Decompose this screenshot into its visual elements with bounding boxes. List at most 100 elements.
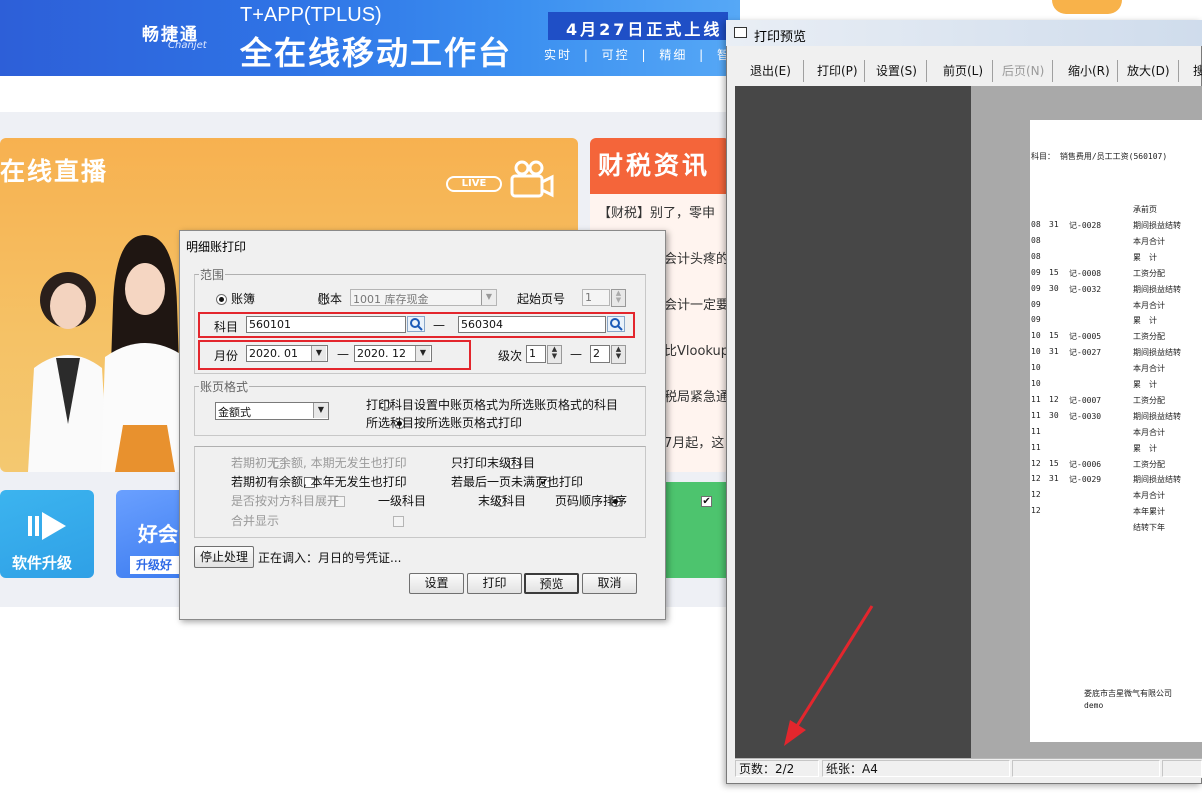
page-order-label: 页码顺序排序	[555, 494, 628, 508]
loading-status: 正在调入：月日的号凭证...	[258, 551, 402, 565]
upgrade-label: 软件升级	[12, 554, 73, 572]
has-balance-label: 若期初有余额, 本年无发生也打印	[231, 475, 407, 489]
start-page-spinner[interactable]: ▲ ▼	[611, 289, 626, 307]
chanjet-logo-sub: Chanjet	[168, 40, 207, 51]
book-select[interactable]: 1001 库存现金	[350, 289, 497, 306]
search-icon	[610, 318, 623, 331]
toolbar-separator	[1117, 60, 1118, 82]
start-page-input[interactable]: 1	[582, 289, 610, 306]
app-window-icon	[734, 27, 747, 38]
preview-button[interactable]: 预览	[524, 573, 579, 594]
format-select[interactable]: 金额式	[215, 402, 329, 420]
ledger-cell-v: 记-0028	[1069, 221, 1102, 230]
news-item[interactable]: 【财税】别了，零申	[598, 202, 728, 221]
leaf-label: 末级科目	[478, 494, 527, 508]
page-subject: 科目： 销售费用/员工工资(560107)	[1031, 152, 1168, 161]
month-from-value: 2020. 01	[249, 347, 298, 360]
last-page-label: 若最后一页未满页也打印	[451, 475, 584, 489]
settings-button[interactable]: 设置	[409, 573, 464, 594]
company-name: 娄底市吉星微气有限公司	[1084, 689, 1172, 698]
format-dropdown-arrow[interactable]: ▼	[313, 403, 328, 418]
ledger-cell-v: 记-0030	[1069, 412, 1102, 421]
ledger-cell-d: 31	[1049, 347, 1059, 356]
ledger-cell-s: 期间损益结转	[1133, 285, 1181, 294]
subject-label: 科目	[214, 320, 239, 334]
ledger-cell-s: 累 计	[1133, 380, 1157, 389]
stop-button[interactable]: 停止处理	[194, 546, 254, 568]
cancel-button[interactable]: 取消	[582, 573, 637, 594]
toolbar-more-button[interactable]: 搜	[1193, 62, 1202, 79]
live-badge: LIVE	[446, 176, 502, 192]
ledger-cell-m: 12	[1031, 459, 1041, 468]
ledger-cell-d: 15	[1049, 331, 1059, 340]
ledger-cell-s: 工资分配	[1133, 269, 1165, 278]
subject-to-input[interactable]: 560304	[458, 316, 606, 333]
banner-date: 4月27日正式上线	[548, 12, 728, 40]
print-button[interactable]: 打印	[467, 573, 522, 594]
toolbar-separator	[864, 60, 865, 82]
book-select-value: 1001 库存现金	[353, 293, 429, 306]
toolbar-separator	[1052, 60, 1053, 82]
toolbar-next-button[interactable]: 后页(N)	[1002, 62, 1044, 79]
toolbar-settings-button[interactable]: 设置(S)	[876, 62, 917, 79]
book-radio-label: 账本	[318, 292, 343, 306]
level-to-input[interactable]: 2	[590, 345, 610, 363]
level-dash: —	[570, 347, 582, 361]
level-from-input[interactable]: 1	[526, 345, 546, 363]
ledger-cell-v: 记-0029	[1069, 475, 1102, 484]
month-to-dropdown-arrow[interactable]: ▼	[415, 346, 430, 361]
upgrade-arrow-icon	[28, 512, 66, 540]
ledger-radio-label: 账簿	[231, 292, 256, 306]
video-camera-icon	[510, 160, 554, 198]
ledger-cell-s: 累 计	[1133, 316, 1157, 325]
ledger-cell-d: 31	[1049, 220, 1059, 229]
ledger-cell-d: 31	[1049, 474, 1059, 483]
mascot-image	[1052, 0, 1122, 14]
ledger-cell-v: 记-0005	[1069, 332, 1102, 341]
toolbar-prev-button[interactable]: 前页(L)	[943, 62, 983, 79]
no-balance-label: 若期初无余额, 本期无发生也打印	[231, 456, 407, 470]
subject-from-input[interactable]: 560101	[246, 316, 406, 333]
subject-dash: —	[433, 318, 445, 332]
level1-label: 一级科目	[378, 494, 427, 508]
green-promo-tile[interactable]	[660, 482, 730, 578]
tax-news-title: 财税资讯	[598, 151, 711, 180]
ledger-cell-d: 30	[1049, 411, 1059, 420]
ledger-cell-m: 11	[1031, 411, 1041, 420]
toolbar-separator	[926, 60, 927, 82]
month-to-value: 2020. 12	[357, 347, 406, 360]
toolbar-exit-button[interactable]: 退出(E)	[750, 62, 791, 79]
toolbar-print-button[interactable]: 打印(P)	[817, 62, 858, 79]
ledger-cell-s: 工资分配	[1133, 396, 1165, 405]
status-paper-size: 纸张：A4	[822, 760, 1010, 777]
merge-label: 合并显示	[231, 514, 280, 528]
ledger-cell-s: 本月合计	[1133, 237, 1165, 246]
expand-label: 是否按对方科目展开	[231, 494, 340, 508]
last-level-label: 只打印末级科目	[451, 456, 536, 470]
red-arrow-annotation	[784, 605, 874, 746]
ledger-cell-m: 10	[1031, 379, 1041, 388]
toolbar-separator	[803, 60, 804, 82]
ledger-cell-s: 期间损益结转	[1133, 221, 1181, 230]
status-cell-empty	[1012, 760, 1160, 777]
toolbar-zoom-in-button[interactable]: 放大(D)	[1127, 62, 1170, 79]
ledger-cell-v: 记-0027	[1069, 348, 1102, 357]
subject-to-search[interactable]	[607, 316, 625, 332]
ledger-cell-s: 工资分配	[1133, 332, 1165, 341]
toolbar-zoom-out-button[interactable]: 缩小(R)	[1068, 62, 1110, 79]
format-group-label: 账页格式	[199, 378, 250, 395]
ledger-cell-s: 累 计	[1133, 444, 1157, 453]
subject-from-search[interactable]	[407, 316, 425, 332]
level-to-spinner[interactable]: ▲ ▼	[611, 345, 626, 364]
banner-title: 全在线移动工作台	[240, 34, 513, 72]
dialog-title: 明细账打印	[186, 240, 247, 254]
book-dropdown-arrow[interactable]: ▼	[481, 290, 496, 305]
ledger-cell-m: 10	[1031, 363, 1041, 372]
level-from-spinner[interactable]: ▲ ▼	[547, 345, 562, 364]
merge-checkbox[interactable]	[392, 516, 404, 527]
page-order-checkbox[interactable]: ✔	[701, 496, 713, 507]
month-from-dropdown-arrow[interactable]: ▼	[311, 346, 326, 361]
ledger-cell-m: 10	[1031, 331, 1041, 340]
ledger-cell-s: 累 计	[1133, 253, 1157, 262]
ledger-radio[interactable]	[216, 294, 227, 305]
